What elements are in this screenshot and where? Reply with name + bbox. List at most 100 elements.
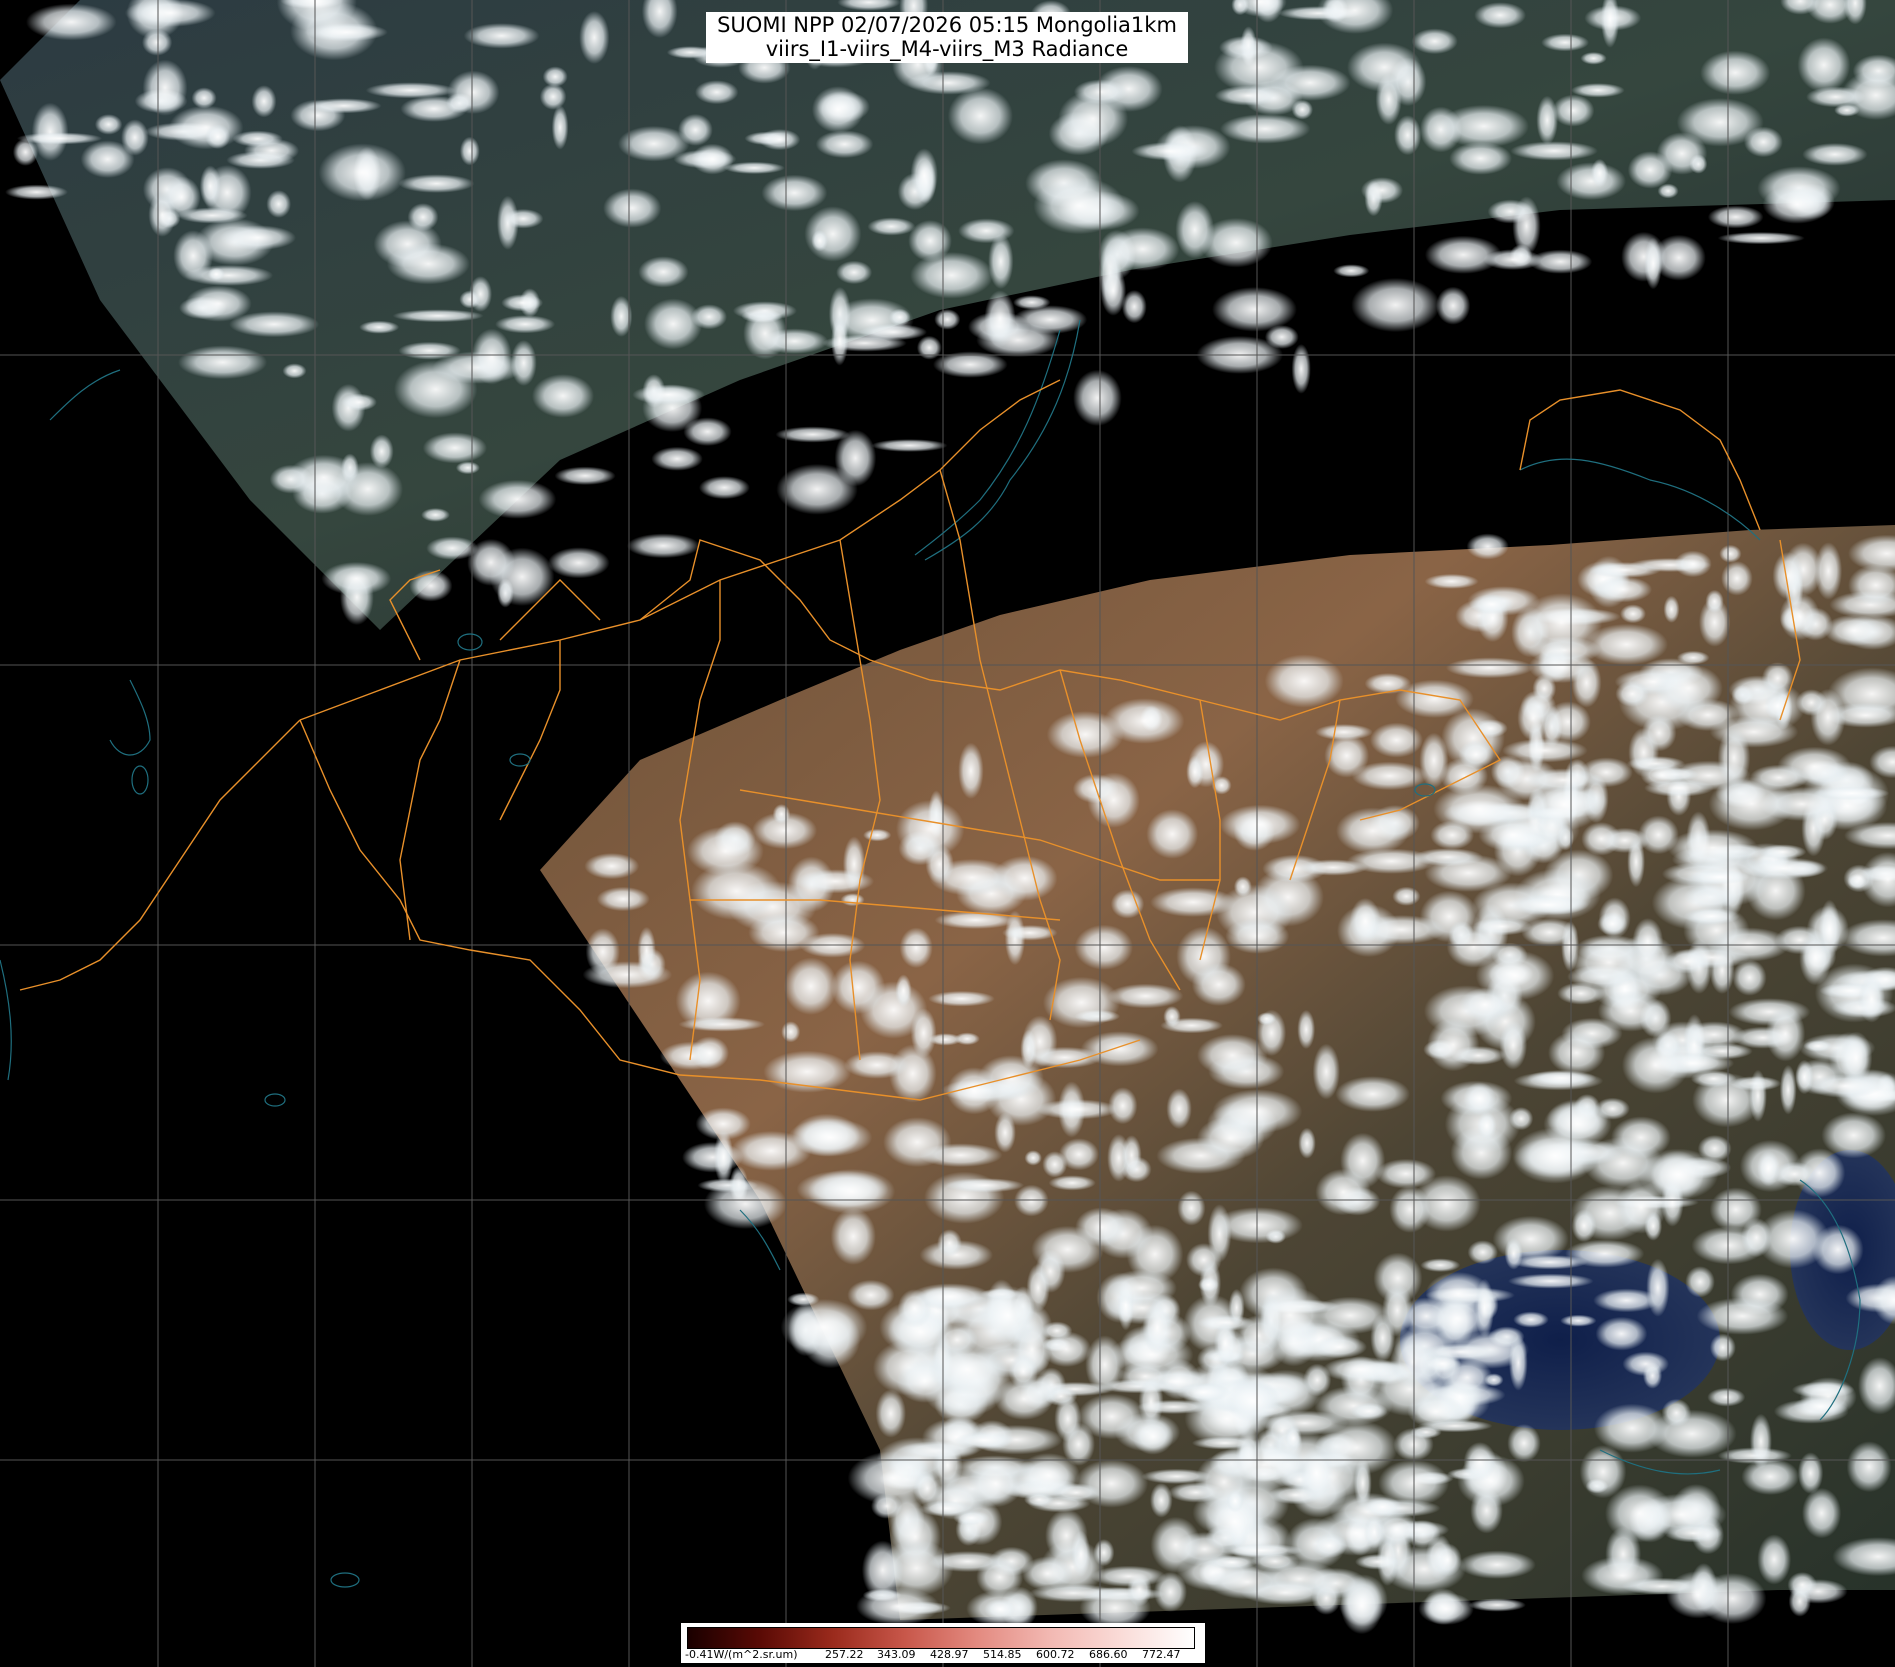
cloud-patch bbox=[1150, 1483, 1173, 1518]
cloud-patch bbox=[1641, 714, 1677, 752]
cloud-patch bbox=[306, 98, 382, 114]
cloud-patch bbox=[459, 136, 480, 166]
cloud-patch bbox=[687, 826, 764, 876]
cloud-patch bbox=[1463, 1082, 1496, 1115]
cloud-patch bbox=[1593, 576, 1653, 603]
cloud-patch bbox=[251, 85, 277, 118]
cloud-patch bbox=[928, 990, 995, 1007]
cloud-patch bbox=[1717, 232, 1805, 245]
cloud-patch bbox=[1468, 1598, 1526, 1612]
cloud-patch bbox=[1597, 912, 1628, 936]
cloud-patch bbox=[1504, 1237, 1523, 1270]
cloud-patch bbox=[815, 130, 874, 159]
cloud-patch bbox=[478, 479, 557, 519]
cloud-patch bbox=[1091, 1565, 1167, 1587]
cloud-patch bbox=[173, 230, 214, 282]
cloud-patch bbox=[596, 886, 650, 912]
cloud-patch bbox=[1360, 177, 1404, 204]
cloud-patch bbox=[840, 893, 865, 907]
cloud-patch bbox=[1584, 623, 1668, 666]
cloud-patch bbox=[1142, 1301, 1173, 1355]
cloud-patch bbox=[1335, 1076, 1410, 1112]
colorbar-label-7: 772.47 bbox=[1142, 1648, 1181, 1661]
cloud-patch bbox=[407, 203, 439, 232]
cloud-patch bbox=[994, 1112, 1016, 1153]
title-line-1: SUOMI NPP 02/07/2026 05:15 Mongolia1km bbox=[717, 13, 1177, 37]
cloud-patch bbox=[1355, 1554, 1401, 1570]
cloud-patch bbox=[169, 105, 244, 150]
cloud-patch bbox=[713, 1129, 734, 1185]
cloud-patch bbox=[1814, 542, 1843, 600]
cloud-patch bbox=[1638, 1148, 1719, 1201]
cloud-patch bbox=[743, 307, 787, 360]
cloud-patch bbox=[1469, 594, 1515, 615]
cloud-patch bbox=[1528, 650, 1595, 684]
cloud-patch bbox=[994, 1378, 1054, 1420]
cloud-patch bbox=[1041, 1321, 1073, 1341]
cloud-patch bbox=[1749, 1413, 1772, 1469]
cloud-patch bbox=[1764, 692, 1791, 720]
cloud-patch bbox=[1587, 562, 1662, 578]
cloud-patch bbox=[455, 461, 480, 475]
cloud-patch bbox=[1654, 664, 1723, 713]
cloud-patch bbox=[836, 260, 873, 285]
cloud-patch bbox=[1219, 804, 1301, 845]
cloud-patch bbox=[1858, 975, 1886, 1023]
cloud-patch bbox=[675, 971, 741, 1031]
cloud-patch bbox=[759, 129, 801, 151]
cloud-patch bbox=[1052, 1483, 1101, 1502]
cloud-patch bbox=[871, 1493, 903, 1519]
cloud-patch bbox=[532, 374, 594, 418]
cloud-patch bbox=[1795, 1059, 1814, 1095]
cloud-patch bbox=[1389, 1185, 1431, 1233]
cloud-patch bbox=[1528, 249, 1593, 274]
colorbar-label-4: 514.85 bbox=[983, 1648, 1022, 1661]
cloud-patch bbox=[1674, 550, 1712, 578]
cloud-patch bbox=[1513, 1311, 1549, 1328]
cloud-patch bbox=[1521, 918, 1578, 947]
cloud-patch bbox=[1093, 1539, 1115, 1567]
cloud-patch bbox=[1214, 40, 1304, 94]
cloud-patch bbox=[1627, 836, 1645, 888]
cloud-patch bbox=[695, 80, 739, 105]
cloud-patch bbox=[772, 804, 791, 824]
cloud-patch bbox=[830, 1207, 876, 1265]
cloud-patch bbox=[1499, 1020, 1528, 1070]
cloud-patch bbox=[1217, 1438, 1310, 1492]
cloud-patch bbox=[5, 184, 68, 200]
cloud-patch bbox=[1150, 887, 1236, 917]
cloud-patch bbox=[1191, 963, 1246, 1006]
cloud-patch bbox=[554, 466, 616, 485]
cloud-patch bbox=[1818, 899, 1841, 960]
cloud-patch bbox=[1647, 1409, 1737, 1458]
cloud-patch bbox=[1160, 1017, 1223, 1034]
cloud-patch bbox=[1773, 1161, 1816, 1187]
cloud-patch bbox=[1474, 1278, 1495, 1338]
cloud-patch bbox=[954, 1431, 1015, 1449]
cloud-patch bbox=[1536, 95, 1558, 145]
cloud-patch bbox=[895, 974, 912, 1008]
cloud-patch bbox=[447, 70, 500, 115]
cloud-patch bbox=[1644, 1211, 1663, 1241]
cloud-patch bbox=[1508, 1273, 1594, 1289]
cloud-patch bbox=[1315, 1420, 1398, 1476]
cloud-patch bbox=[1073, 369, 1122, 426]
cloud-patch bbox=[584, 853, 640, 880]
cloud-patch bbox=[871, 439, 948, 452]
cloud-patch bbox=[1106, 1269, 1177, 1307]
cloud-patch bbox=[1621, 1036, 1690, 1094]
cloud-patch bbox=[1696, 1297, 1789, 1335]
cloud-patch bbox=[644, 298, 703, 350]
cloud-patch bbox=[199, 165, 221, 207]
cloud-patch bbox=[121, 119, 149, 156]
cloud-patch bbox=[1620, 604, 1646, 624]
cloud-patch bbox=[1297, 1009, 1316, 1050]
cloud-patch bbox=[1689, 869, 1750, 885]
cloud-patch bbox=[1014, 1184, 1049, 1217]
cloud-patch bbox=[1681, 1021, 1747, 1048]
cloud-patch bbox=[831, 960, 886, 1014]
cloud-patch bbox=[761, 174, 828, 212]
cloud-patch bbox=[1526, 1070, 1597, 1086]
cloud-patch bbox=[191, 87, 217, 109]
cloud-patch bbox=[1074, 924, 1134, 970]
